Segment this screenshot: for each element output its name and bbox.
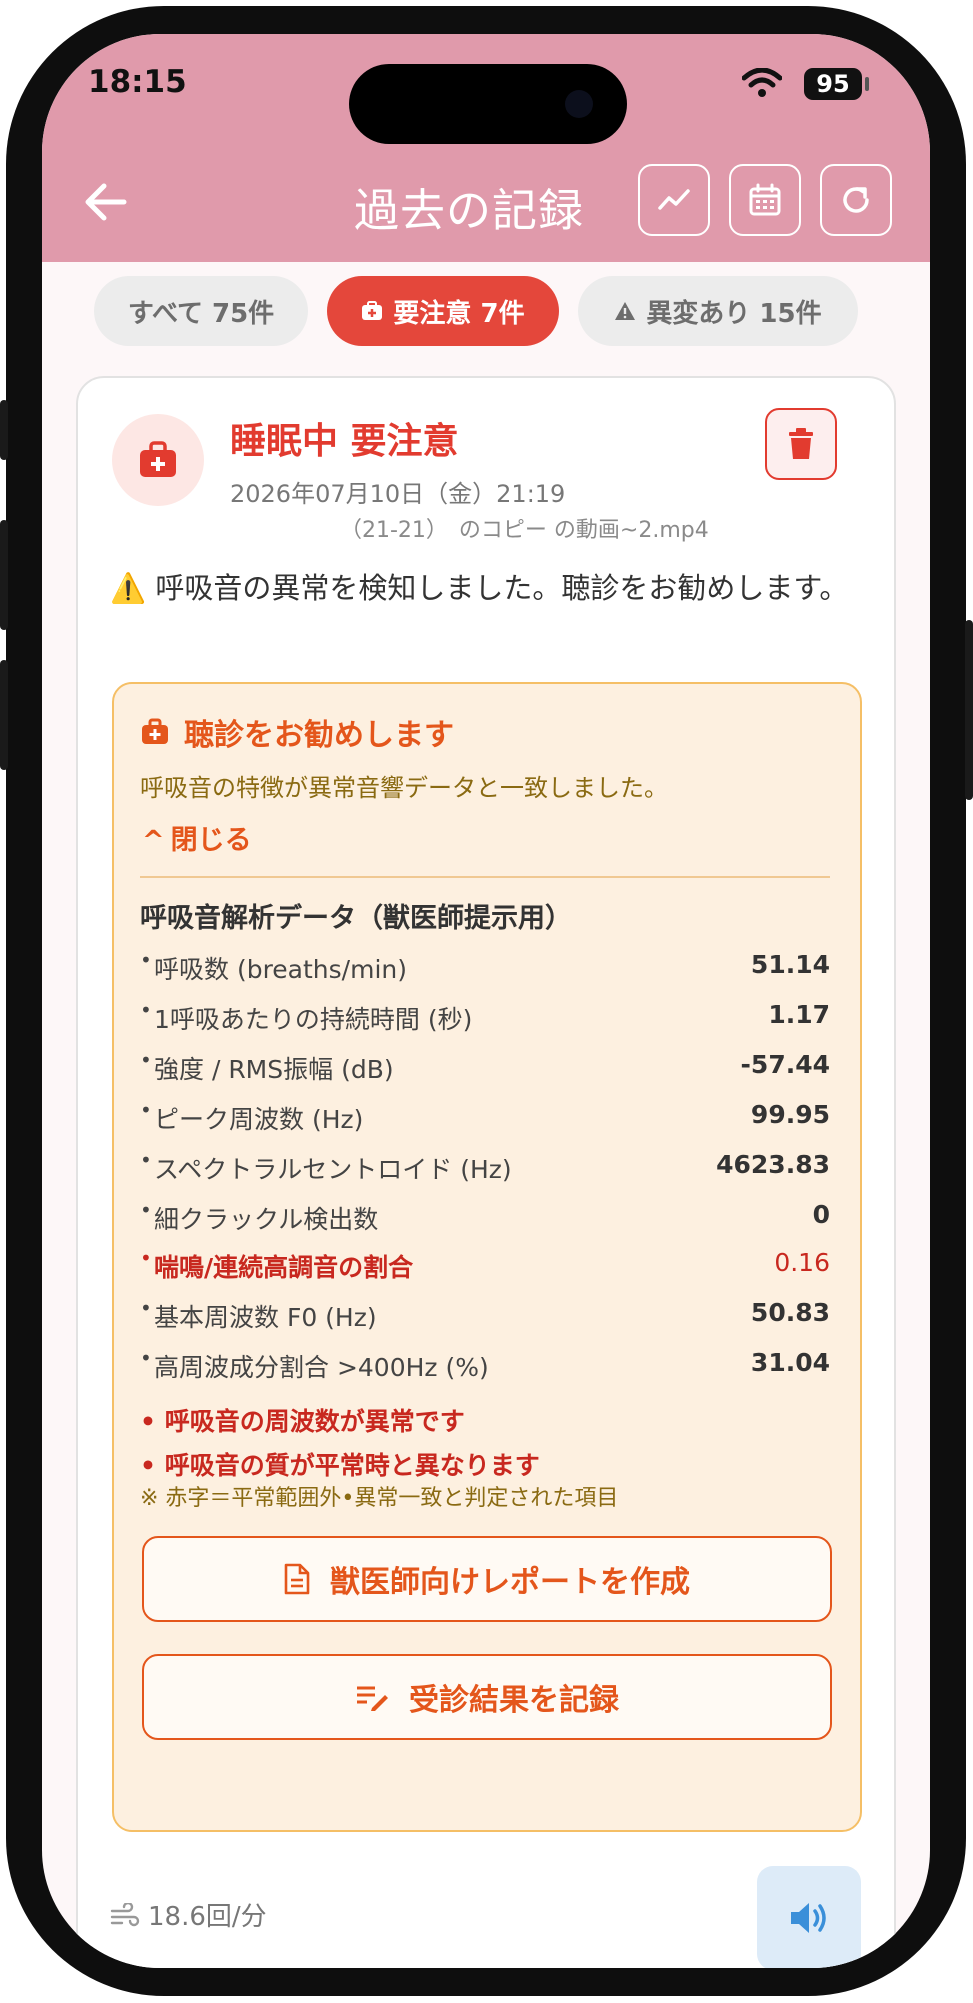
- metric-label: 高周波成分割合 >400Hz (%): [154, 1353, 489, 1382]
- metric-label: 基本周波数 F0 (Hz): [154, 1303, 377, 1332]
- volume-up-button: [0, 520, 8, 630]
- edit-notes-icon: [355, 1683, 389, 1711]
- dynamic-island: [349, 64, 627, 144]
- filter-tab-label: すべて 75件: [127, 298, 275, 329]
- collapse-label: 閉じる: [170, 825, 252, 856]
- metric-row: • ピーク周波数 (Hz) 99.95: [140, 1098, 830, 1134]
- filter-tab-label: 要注意 7件: [393, 298, 525, 329]
- trend-chart-button[interactable]: [638, 164, 710, 236]
- calendar-icon: [749, 183, 781, 216]
- metric-value: 50.83: [750, 1298, 830, 1327]
- metric-row: • スペクトラルセントロイド (Hz) 4623.83: [140, 1148, 830, 1184]
- medical-kit-icon: [142, 718, 168, 744]
- metric-label: 強度 / RMS振幅 (dB): [154, 1055, 394, 1084]
- metric-label: 細クラックル検出数: [154, 1205, 379, 1234]
- power-button: [965, 620, 973, 800]
- finding-item: • 呼吸音の周波数が異常です: [140, 1407, 465, 1436]
- metric-value: 51.14: [750, 950, 830, 979]
- app-screen: 18:15 95 過去の記録 すべて 75件 要注意 7件 異変あり 15件 睡…: [42, 34, 930, 1968]
- metric-value: 99.95: [750, 1100, 830, 1129]
- metric-label: ピーク周波数 (Hz): [154, 1105, 364, 1134]
- analysis-section-title: 呼吸音解析データ（獣医師提示用）: [140, 903, 572, 934]
- section-divider: [140, 876, 830, 878]
- metric-label: 喘鳴/連続高調音の割合: [154, 1253, 414, 1282]
- metric-row: • 細クラックル検出数 0: [140, 1198, 830, 1234]
- finding-item: • 呼吸音の質が平常時と異なります: [140, 1451, 540, 1480]
- metric-row-abnormal: • 喘鳴/連続高調音の割合 0.16: [140, 1246, 830, 1282]
- metric-value: 31.04: [750, 1348, 830, 1377]
- metric-row: • 高周波成分割合 >400Hz (%) 31.04: [140, 1346, 830, 1382]
- trash-icon: [789, 428, 813, 459]
- battery-tip: [865, 77, 869, 91]
- metric-row: • 基本周波数 F0 (Hz) 50.83: [140, 1296, 830, 1332]
- metric-value: 4623.83: [716, 1150, 830, 1179]
- metric-value: 1.17: [768, 1000, 830, 1029]
- record-result-button[interactable]: 受診結果を記録: [142, 1654, 832, 1740]
- metric-row: • 呼吸数 (breaths/min) 51.14: [140, 948, 830, 984]
- page-title: 過去の記録: [354, 184, 585, 237]
- refresh-button[interactable]: [820, 164, 892, 236]
- finding-text: 呼吸音の周波数が異常です: [164, 1407, 465, 1436]
- metric-row: • 1呼吸あたりの持続時間 (秒) 1.17: [140, 998, 830, 1034]
- create-report-label: 獣医師向けレポートを作成: [330, 1565, 690, 1600]
- refresh-icon: [843, 187, 869, 213]
- medical-kit-icon: [361, 301, 383, 321]
- medical-kit-icon: [140, 441, 176, 477]
- create-report-button[interactable]: 獣医師向けレポートを作成: [142, 1536, 832, 1622]
- metric-label: 1呼吸あたりの持続時間 (秒): [154, 1005, 473, 1034]
- chevron-up-icon: ^: [142, 825, 165, 856]
- speaker-icon: [791, 1903, 826, 1933]
- calendar-button[interactable]: [729, 164, 801, 236]
- metric-label: 呼吸数 (breaths/min): [154, 955, 407, 984]
- back-arrow-icon[interactable]: [82, 180, 130, 224]
- respiration-rate: 18.6回/分: [110, 1896, 267, 1933]
- filter-tab-caution[interactable]: 要注意 7件: [327, 276, 559, 346]
- filter-tab-anomaly[interactable]: 異変あり 15件: [578, 276, 858, 346]
- record-message: ⚠️ 呼吸音の異常を検知しました。聴診をお勧めします。: [110, 571, 849, 605]
- record-type-badge: [112, 414, 204, 506]
- status-time: 18:15: [88, 64, 187, 100]
- legend-note: ※ 赤字＝平常範囲外•異常一致と判定された項目: [140, 1486, 619, 1511]
- metric-value: 0.16: [774, 1248, 830, 1277]
- metric-label: スペクトラルセントロイド (Hz): [154, 1155, 512, 1184]
- collapse-toggle[interactable]: ^ 閉じる: [142, 818, 252, 857]
- metric-value: 0: [812, 1200, 830, 1229]
- play-sound-button[interactable]: [757, 1866, 861, 1968]
- mute-switch: [0, 400, 8, 460]
- record-result-label: 受診結果を記録: [409, 1683, 619, 1718]
- finding-text: 呼吸音の質が平常時と異なります: [164, 1451, 540, 1480]
- warning-icon: [614, 301, 636, 321]
- record-title: 睡眠中 要注意: [230, 421, 459, 462]
- record-filename: （21-21） のコピー の動画~2.mp4: [340, 518, 709, 543]
- filter-tab-all[interactable]: すべて 75件: [94, 276, 308, 346]
- recommendation-subtitle: 呼吸音の特徴が異常音響データと一致しました。: [140, 774, 668, 802]
- trend-chart-icon: [658, 189, 690, 210]
- filter-tab-label: 異変あり 15件: [646, 298, 822, 329]
- metric-row: • 強度 / RMS振幅 (dB) -57.44: [140, 1048, 830, 1084]
- volume-down-button: [0, 660, 8, 770]
- metric-value: -57.44: [740, 1050, 830, 1079]
- recommendation-title: 聴診をお勧めします: [140, 710, 454, 754]
- record-datetime: 2026年07月10日（金）21:19: [230, 480, 566, 508]
- respiration-rate-value: 18.6回/分: [148, 1902, 267, 1932]
- delete-button[interactable]: [765, 408, 837, 480]
- document-icon: [284, 1563, 310, 1595]
- wifi-icon: [742, 68, 782, 97]
- wind-icon: [110, 1902, 140, 1926]
- recommendation-title-text: 聴診をお勧めします: [184, 718, 454, 753]
- battery-indicator: 95: [804, 68, 862, 100]
